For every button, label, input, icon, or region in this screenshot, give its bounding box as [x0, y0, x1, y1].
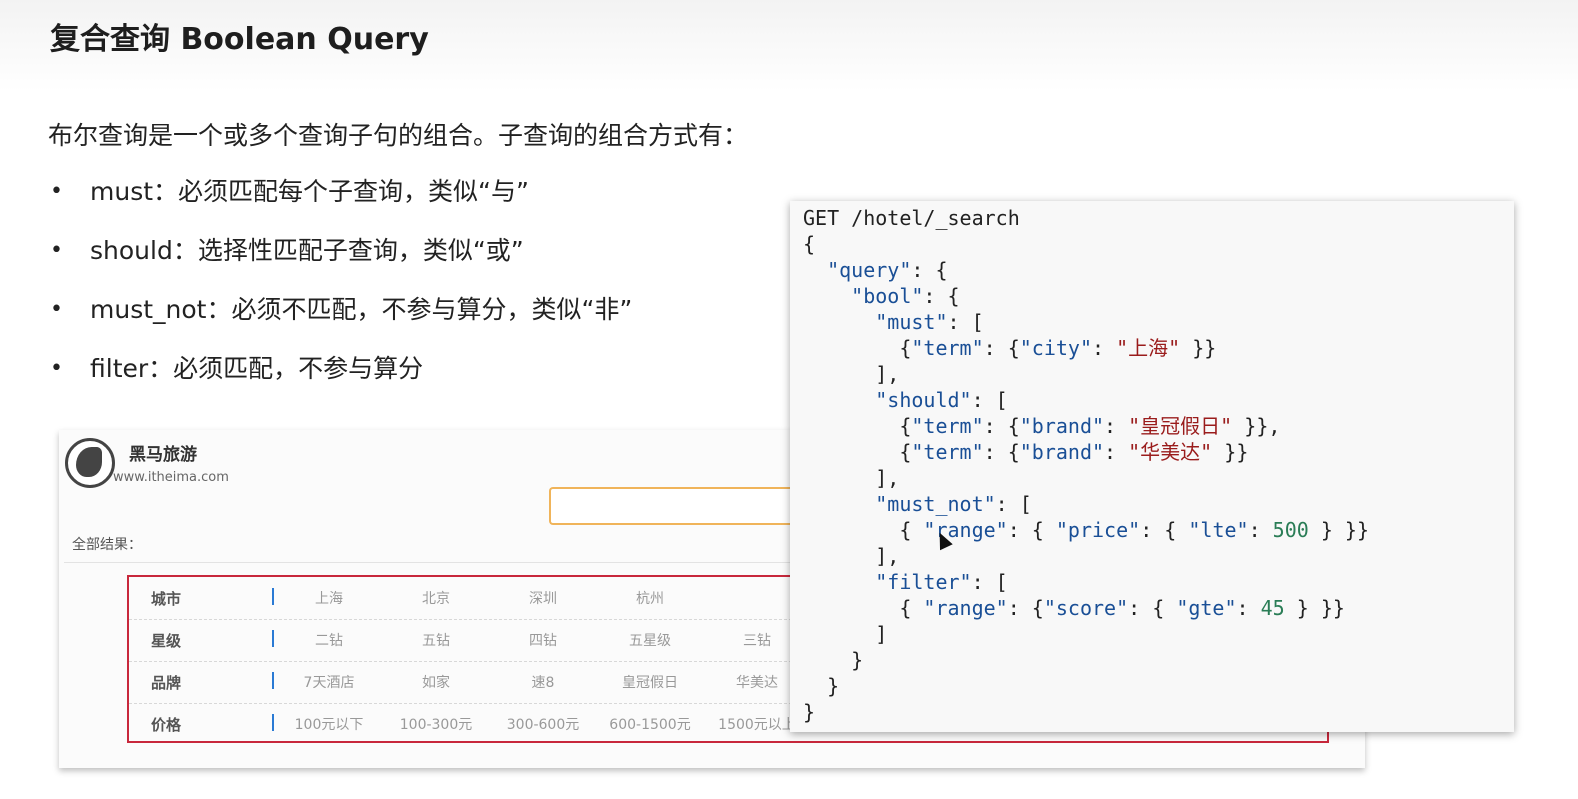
code-line: "must": [ [875, 310, 984, 334]
bullet-text: must：必须匹配每个子查询，类似“与” [90, 177, 529, 206]
json-key: "term" [911, 440, 984, 464]
filter-bar [272, 588, 274, 605]
bullet-item-must-not: • must_not：必须不匹配，不参与算分，类似“非” [48, 290, 632, 349]
json-key: "filter" [875, 570, 972, 594]
json-key: "gte" [1176, 596, 1237, 620]
code-panel: GET /hotel/_search { "query": { "bool": … [790, 201, 1514, 732]
filter-bar [272, 630, 274, 647]
code-line: {"term": {"brand": "皇冠假日" }}, [803, 414, 1281, 438]
filter-bar [272, 672, 274, 689]
filter-bar [272, 714, 274, 731]
bullet-list: • must：必须匹配每个子查询，类似“与” • should：选择性匹配子查询，类… [48, 172, 632, 408]
json-number: 45 [1260, 596, 1285, 620]
filter-option[interactable]: 杭州 [600, 588, 700, 608]
horse-logo-icon [65, 438, 115, 488]
json-key: "range" [923, 596, 1008, 620]
code-line: "should": [ [875, 388, 1008, 412]
bullet-dot-icon: • [50, 297, 63, 322]
code-line: {"term": {"city": "上海" }} [803, 336, 1217, 360]
json-key: "brand" [1019, 414, 1105, 438]
bullet-text: should：选择性匹配子查询，类似“或” [90, 236, 524, 265]
code-line: ], [803, 362, 900, 386]
json-string: "上海" [1116, 336, 1181, 360]
code-line: } [803, 674, 840, 698]
code-line: } [803, 648, 864, 672]
filter-option[interactable]: 北京 [386, 588, 486, 608]
bullet-text: must_not：必须不匹配，不参与算分，类似“非” [90, 295, 633, 324]
all-results-label: 全部结果： [72, 537, 142, 553]
site-brand-url: www.itheima.com [113, 470, 229, 485]
filter-option[interactable]: 如家 [386, 672, 486, 692]
code-line: ], [803, 466, 900, 490]
bullet-dot-icon: • [50, 238, 63, 263]
filter-option[interactable]: 深圳 [493, 588, 593, 608]
filter-option[interactable]: 上海 [279, 588, 379, 608]
filter-option[interactable]: 7天酒店 [279, 672, 379, 692]
bullet-dot-icon: • [50, 179, 63, 204]
json-key: "term" [911, 414, 984, 438]
site-search-input[interactable] [549, 487, 811, 525]
filter-option[interactable]: 600-1500元 [600, 714, 700, 734]
site-brand-name: 黑马旅游 [129, 445, 197, 465]
code-line: } [803, 700, 816, 724]
bullet-item-should: • should：选择性匹配子查询，类似“或” [48, 231, 632, 290]
code-line: "filter": [ [875, 570, 1008, 594]
filter-option[interactable]: 速8 [493, 672, 593, 692]
code-line: { "range": {"score": { "gte": 45 } }} [803, 596, 1345, 620]
json-key: "should" [875, 388, 972, 412]
json-key: "must_not" [875, 492, 996, 516]
json-key: "city" [1019, 336, 1092, 360]
json-string: "皇冠假日" [1128, 414, 1233, 438]
json-key: "lte" [1188, 518, 1249, 542]
json-number: 500 [1272, 518, 1309, 542]
filter-option[interactable]: 五钻 [386, 630, 486, 650]
bullet-item-must: • must：必须匹配每个子查询，类似“与” [48, 172, 632, 231]
code-line: "bool": { [851, 284, 960, 308]
filter-option[interactable]: 皇冠假日 [600, 672, 700, 692]
json-key: "query" [827, 258, 912, 282]
code-line: "must_not": [ [875, 492, 1032, 516]
filter-option[interactable]: 100元以下 [279, 714, 379, 734]
bullet-item-filter: • filter：必须匹配，不参与算分 [48, 349, 632, 408]
filter-option[interactable]: 100-300元 [386, 714, 486, 734]
filter-option[interactable]: 300-600元 [493, 714, 593, 734]
json-key: "term" [911, 336, 984, 360]
code-line: ] [803, 622, 888, 646]
json-string: "华美达" [1128, 440, 1213, 464]
request-text: GET /hotel/_search [803, 206, 1020, 230]
filter-label: 城市 [151, 590, 182, 608]
code-line: { "range": { "price": { "lte": 500 } }} [803, 518, 1370, 542]
bullet-dot-icon: • [50, 356, 63, 381]
json-key: "price" [1055, 518, 1141, 542]
filter-option[interactable]: 二钻 [279, 630, 379, 650]
filter-option[interactable]: 五星级 [600, 630, 700, 650]
json-key: "brand" [1019, 440, 1105, 464]
code-line: "query": { [827, 258, 948, 282]
code-line: { [803, 232, 816, 256]
intro-text: 布尔查询是一个或多个查询子句的组合。子查询的组合方式有： [48, 121, 749, 150]
bullet-text: filter：必须匹配，不参与算分 [90, 354, 424, 383]
code-line: ], [803, 544, 900, 568]
json-key: "bool" [851, 284, 924, 308]
code-request-line: GET /hotel/_search [803, 205, 1020, 231]
json-key: "must" [875, 310, 948, 334]
filter-label: 品牌 [151, 674, 182, 692]
horse-shape [76, 447, 102, 477]
json-key: "score" [1043, 596, 1129, 620]
code-line: {"term": {"brand": "华美达" }} [803, 440, 1249, 464]
slide-title: 复合查询 Boolean Query [50, 22, 429, 57]
filter-label: 价格 [151, 716, 182, 734]
filter-option[interactable]: 四钻 [493, 630, 593, 650]
filter-label: 星级 [151, 632, 182, 650]
